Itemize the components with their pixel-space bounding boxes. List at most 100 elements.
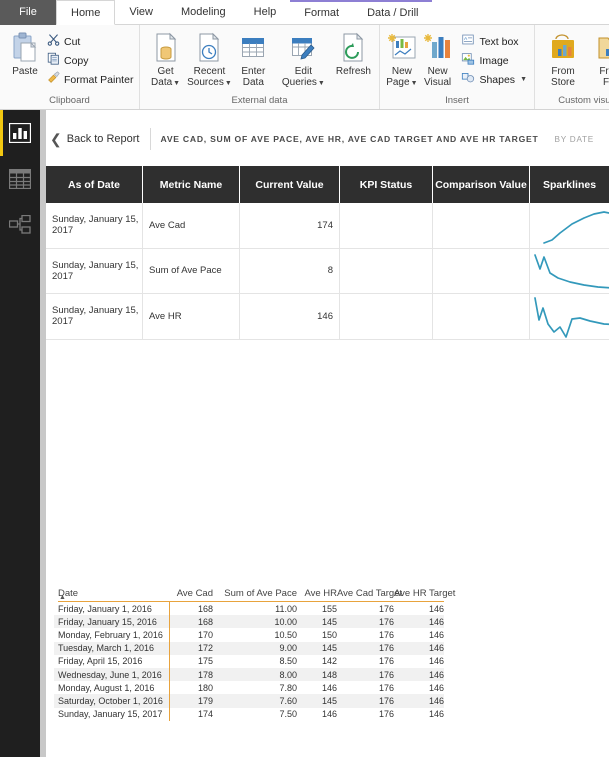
grid-cell-value: 10.50 (274, 629, 297, 640)
new-visual-button[interactable]: New Visual (420, 29, 456, 88)
kpi-table-visual[interactable]: As of Date Metric Name Current Value KPI… (46, 166, 609, 340)
grid-column-header-date[interactable]: Date (54, 588, 169, 602)
sidebar-item-report-view[interactable] (0, 110, 40, 156)
format-painter-label: Format Painter (64, 73, 134, 86)
scissors-icon (47, 33, 60, 51)
column-header-kpi-status[interactable]: KPI Status (340, 166, 433, 203)
ribbon-group-custom-visuals-label: Custom visua (558, 95, 609, 106)
shapes-button[interactable]: Shapes ▼ (458, 70, 530, 89)
grid-cell-date: Friday, April 15, 2016 (58, 656, 143, 667)
ribbon-group-clipboard: Paste Cut Copy Format Painter Clipboard (0, 25, 140, 109)
recent-sources-button[interactable]: Recent Sources▼ (187, 29, 232, 89)
chevron-down-icon: ▼ (224, 80, 232, 87)
data-grid-row[interactable]: Monday, August 1, 2016 180 7.80 146 176 146 (54, 681, 444, 695)
grid-column-header-sum-of-ave-pace[interactable]: Sum of Ave Pace (213, 588, 297, 602)
cell-sparkline (530, 294, 609, 339)
sort-ascending-icon: ▲ (59, 594, 66, 601)
table-row[interactable]: Sunday, January 15, 2017 Sum of Ave Pace… (46, 248, 609, 294)
grid-cell-date: Sunday, January 15, 2017 (58, 709, 163, 720)
grid-cell-value: 146 (428, 629, 444, 640)
copy-button[interactable]: Copy (44, 51, 136, 70)
column-header-metric-name[interactable]: Metric Name (143, 166, 240, 203)
refresh-button[interactable]: Refresh (332, 29, 375, 77)
column-header-as-of-date[interactable]: As of Date (46, 166, 143, 203)
enter-data-icon (239, 31, 267, 65)
tab-data-drill[interactable]: Data / Drill (353, 0, 433, 25)
ribbon-group-insert-label: Insert (445, 95, 469, 106)
data-grid-row[interactable]: Friday, January 15, 2016 168 10.00 145 176 14… (54, 615, 444, 629)
edit-queries-button[interactable]: Edit Queries▼ (282, 29, 325, 89)
sidebar-item-model-view[interactable] (0, 202, 40, 248)
grid-column-header-ave-hr-target[interactable]: Ave HR Target (394, 588, 455, 602)
text-box-icon: A (461, 33, 475, 51)
grid-cell-value: 155 (321, 603, 337, 614)
grid-cell-value: 146 (428, 616, 444, 627)
grid-column-header-ave-cad-target[interactable]: Ave Cad Target (337, 588, 402, 602)
table-row[interactable]: Sunday, January 15, 2017 Ave Cad 174 (46, 203, 609, 249)
from-store-icon (548, 31, 578, 65)
tab-file-label: File (19, 6, 37, 18)
from-file-button[interactable]: FromFile (587, 29, 609, 88)
grid-cell-value: 176 (378, 656, 394, 667)
new-visual-label-2: Visual (424, 77, 452, 88)
enter-data-button[interactable]: Enter Data (232, 29, 275, 88)
data-grid-row[interactable]: Monday, February 1, 2016 170 10.50 150 176 14… (54, 628, 444, 642)
tab-view-label: View (129, 6, 153, 18)
grid-cell-value: 175 (197, 656, 213, 667)
enter-data-label-2: Data (242, 77, 264, 88)
shapes-icon (461, 71, 475, 89)
new-visual-icon (423, 31, 453, 65)
get-data-button[interactable]: Get Data▼ (144, 29, 187, 89)
grid-column-header-ave-cad[interactable]: Ave Cad (169, 588, 213, 602)
data-grid-row[interactable]: Tuesday, March 1, 2016 172 9.00 145 176 146 (54, 641, 444, 655)
format-painter-button[interactable]: Format Painter (44, 70, 136, 89)
tab-home[interactable]: Home (56, 0, 116, 25)
grid-column-rule (169, 694, 170, 708)
from-store-label-1: From (551, 66, 575, 77)
new-page-label-2: Page (386, 77, 410, 88)
tab-file[interactable]: File (0, 0, 56, 25)
grid-cell-value: 7.60 (279, 695, 297, 706)
grid-column-rule (169, 602, 170, 616)
get-data-icon (152, 31, 180, 65)
cell-as-of-date: Sunday, January 15, 2017 (46, 203, 143, 248)
cell-kpi-status (340, 294, 433, 339)
cell-kpi-status (340, 203, 433, 248)
cut-button[interactable]: Cut (44, 32, 136, 51)
cell-current-value: 174 (240, 203, 340, 248)
column-header-comparison-value[interactable]: Comparison Value (433, 166, 530, 203)
grid-cell-value: 176 (378, 616, 394, 627)
data-grid-row[interactable]: Wednesday, June 1, 2016 178 8.00 148 176 146 (54, 667, 444, 682)
column-header-current-value[interactable]: Current Value (240, 166, 340, 203)
source-data-grid[interactable]: Date Ave Cad Sum of Ave Pace Ave HR Ave … (54, 578, 455, 721)
tab-modeling[interactable]: Modeling (167, 0, 240, 25)
chevron-down-icon: ▼ (173, 80, 181, 87)
grid-column-rule (169, 641, 170, 655)
sidebar-item-data-view[interactable] (0, 156, 40, 202)
text-box-button[interactable]: A Text box (458, 32, 530, 51)
tab-help[interactable]: Help (239, 0, 291, 25)
tab-format[interactable]: Format (290, 0, 354, 25)
new-page-label-1: New (391, 66, 412, 77)
get-data-label-2: Data (151, 77, 173, 88)
enter-data-label-1: Enter (241, 66, 266, 77)
grid-column-header-ave-hr[interactable]: Ave HR (297, 588, 337, 602)
tab-view[interactable]: View (115, 0, 167, 25)
from-store-button[interactable]: From Store (539, 29, 587, 88)
paste-button[interactable]: Paste (10, 29, 40, 77)
data-grid-row[interactable]: Friday, April 15, 2016 175 8.50 142 176 146 (54, 654, 444, 668)
cell-kpi-status (340, 248, 433, 293)
column-header-sparklines[interactable]: Sparklines (530, 166, 609, 203)
recent-sources-label-1: Recent (193, 66, 226, 77)
data-grid-row[interactable]: Friday, January 1, 2016 168 11.00 155 176 146 (54, 602, 444, 616)
grid-cell-value: 146 (428, 669, 444, 680)
shapes-label: Shapes (479, 73, 516, 86)
back-to-report-button[interactable]: ❮ Back to Report (46, 132, 150, 146)
grid-cell-value: 170 (197, 629, 213, 640)
grid-cell-value: 145 (321, 695, 337, 706)
data-grid-row[interactable]: Sunday, January 15, 2017 174 7.50 146 176 146 (54, 707, 444, 721)
new-page-button[interactable]: New Page▼ (384, 29, 420, 89)
table-row[interactable]: Sunday, January 15, 2017 Ave HR 146 (46, 294, 609, 340)
image-button[interactable]: Image (458, 51, 530, 70)
data-grid-row[interactable]: Saturday, October 1, 2016 179 7.60 145 176 14… (54, 694, 444, 708)
